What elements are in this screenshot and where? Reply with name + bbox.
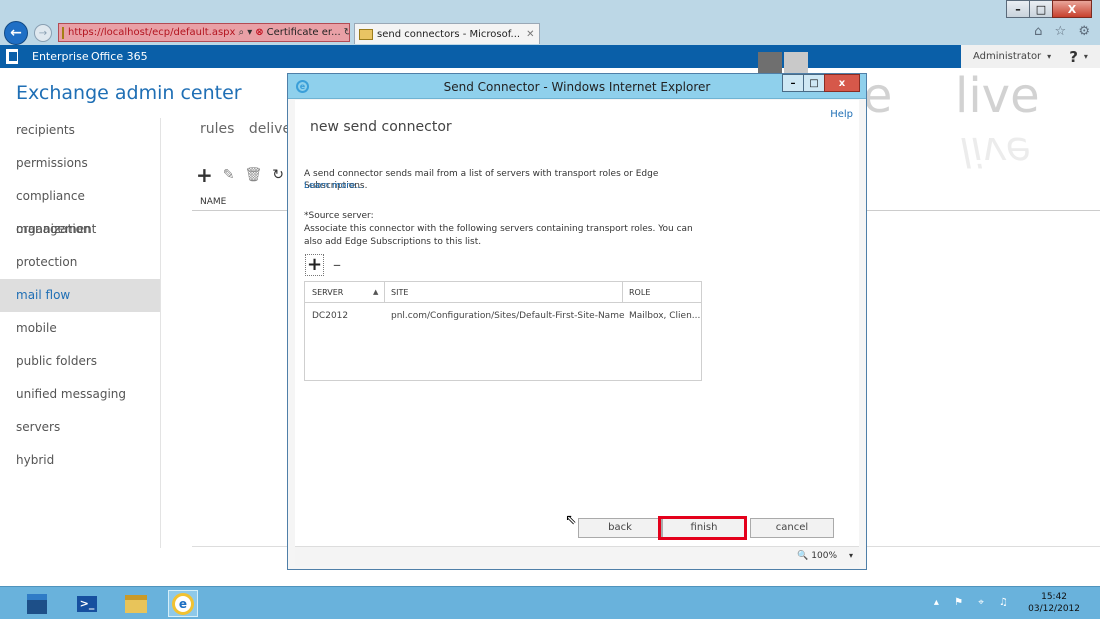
- nav-item-public-folders[interactable]: public folders: [0, 345, 160, 378]
- table-row[interactable]: DC2012 pnl.com/Configuration/Sites/Defau…: [305, 311, 701, 327]
- user-menu[interactable]: Administrator ▾ ? ▾: [961, 45, 1100, 68]
- address-bar[interactable]: https://localhost/ecp/default.aspx ⌕ ▾ ⊗…: [58, 23, 350, 42]
- chevron-down-icon: ▾: [1047, 52, 1052, 61]
- office-logo-icon: [6, 49, 18, 64]
- forward-arrow-icon[interactable]: →: [34, 24, 52, 42]
- server-cell: DC2012: [312, 311, 349, 321]
- enterprise-link[interactable]: Enterprise: [32, 50, 89, 63]
- watermark-reflection-right: live: [960, 128, 1031, 174]
- internet-explorer-taskbar-icon[interactable]: e: [168, 590, 198, 617]
- browser-chrome: – □ X ← → https://localhost/ecp/default.…: [0, 0, 1100, 45]
- remove-server-button[interactable]: –: [333, 254, 341, 276]
- dialog-content: new send connector Help A send connector…: [295, 100, 859, 546]
- nav-item-mail-flow[interactable]: mail flow: [0, 279, 160, 312]
- dialog-titlebar[interactable]: e Send Connector - Windows Internet Expl…: [288, 74, 866, 99]
- dialog-title: Send Connector - Windows Internet Explor…: [443, 80, 711, 94]
- nav-item-servers[interactable]: servers: [0, 411, 160, 444]
- column-header-name[interactable]: NAME: [200, 197, 226, 207]
- column-divider-right: [867, 210, 1100, 211]
- tab-close-icon[interactable]: ✕: [526, 29, 534, 40]
- watermark-text-right: live: [955, 68, 1040, 124]
- learn-more-link[interactable]: Learn more...: [304, 181, 364, 191]
- browser-tab[interactable]: send connectors - Microsof... ✕: [354, 23, 540, 44]
- file-explorer-icon[interactable]: [121, 590, 151, 617]
- zoom-chevron-down-icon[interactable]: ▾: [849, 551, 853, 560]
- source-server-description: Associate this connector with the follow…: [304, 224, 693, 247]
- role-cell: Mailbox, Clien...: [629, 311, 701, 321]
- dialog-status-bar: 🔍 100% ▾: [295, 546, 859, 566]
- back-button[interactable]: back: [578, 518, 662, 538]
- dialog-heading: new send connector: [310, 119, 452, 135]
- dialog-close-button[interactable]: x: [824, 74, 860, 92]
- system-tray-icons[interactable]: ▴ ⚑ ⌖ ♫: [934, 597, 1014, 608]
- tab-rules[interactable]: rules: [200, 121, 234, 137]
- edit-icon[interactable]: ✎: [223, 167, 235, 183]
- office365-link[interactable]: Office 365: [91, 50, 148, 63]
- zoom-level[interactable]: 🔍 100%: [797, 551, 837, 561]
- column-separator: [384, 282, 385, 303]
- column-header-role[interactable]: ROLE: [629, 288, 650, 297]
- user-name: Administrator: [973, 51, 1042, 62]
- tab-title: send connectors - Microsof...: [377, 28, 521, 40]
- window-controls: – □ X: [1006, 0, 1092, 18]
- dialog-window-controls: – □ x: [782, 74, 860, 92]
- column-separator: [622, 282, 623, 303]
- column-divider: [192, 210, 288, 211]
- cancel-button[interactable]: cancel: [750, 518, 834, 538]
- delete-icon[interactable]: 🗑: [245, 167, 263, 183]
- home-favorites-tools-icon[interactable]: ⌂ ☆ ⚙: [1034, 24, 1094, 39]
- site-cell: pnl.com/Configuration/Sites/Default-Firs…: [391, 311, 625, 321]
- certificate-error-icon: ⊗: [255, 27, 264, 38]
- clock-time: 15:42: [1041, 592, 1068, 602]
- connector-description: A send connector sends mail from a list …: [304, 169, 659, 191]
- source-server-table: SERVER ▲ SITE ROLE DC2012 pnl.com/Config…: [304, 281, 702, 381]
- nav-divider: [160, 118, 161, 548]
- address-url: https://localhost/ecp/default.aspx: [68, 27, 236, 38]
- dialog-restore-button[interactable]: □: [803, 74, 825, 92]
- sort-ascending-icon[interactable]: ▲: [373, 288, 378, 296]
- nav-item-compliance-management[interactable]: compliance management: [0, 180, 160, 236]
- mouse-cursor-icon: ⇖: [565, 512, 577, 528]
- source-server-label: *Source server:: [304, 211, 374, 221]
- taskbar-clock[interactable]: 15:42 03/12/2012: [1028, 591, 1080, 615]
- taskbar: >_ e ▴ ⚑ ⌖ ♫ 15:42 03/12/2012: [0, 586, 1100, 619]
- nav-item-hybrid[interactable]: hybrid: [0, 444, 160, 477]
- nav-item-unified-messaging[interactable]: unified messaging: [0, 378, 160, 411]
- add-server-button[interactable]: +: [305, 254, 324, 276]
- dialog-minimize-button[interactable]: –: [782, 74, 804, 92]
- send-connector-dialog: e Send Connector - Windows Internet Expl…: [287, 73, 867, 570]
- add-icon[interactable]: +: [196, 163, 213, 187]
- help-chevron-down-icon[interactable]: ▾: [1084, 52, 1088, 61]
- page-icon: [62, 26, 64, 39]
- certificate-error-label[interactable]: Certificate er...: [267, 27, 341, 38]
- column-header-site[interactable]: SITE: [391, 288, 408, 297]
- minimize-button[interactable]: –: [1006, 0, 1030, 18]
- back-arrow-icon[interactable]: ←: [4, 21, 28, 45]
- finish-highlight-box: [658, 516, 747, 540]
- column-header-server[interactable]: SERVER: [312, 288, 343, 297]
- refresh-icon[interactable]: ↻: [344, 27, 349, 38]
- suite-bar: Enterprise Office 365 Administrator ▾ ? …: [0, 45, 1100, 68]
- tab-favicon-icon: [359, 28, 373, 40]
- server-manager-icon[interactable]: [22, 590, 52, 617]
- list-bottom-divider-right: [867, 546, 1100, 547]
- list-bottom-divider: [192, 546, 288, 547]
- clock-date: 03/12/2012: [1028, 604, 1080, 614]
- left-navigation: recipients permissions compliance manage…: [0, 114, 160, 477]
- nav-item-protection[interactable]: protection: [0, 246, 160, 279]
- nav-item-mobile[interactable]: mobile: [0, 312, 160, 345]
- search-dropdown-icon[interactable]: ⌕ ▾: [238, 27, 252, 38]
- help-link[interactable]: Help: [830, 109, 853, 120]
- help-icon[interactable]: ?: [1069, 48, 1078, 66]
- nav-item-recipients[interactable]: recipients: [0, 114, 160, 147]
- nav-item-permissions[interactable]: permissions: [0, 147, 160, 180]
- list-toolbar: + ✎ 🗑 ↻: [196, 163, 284, 187]
- close-button[interactable]: X: [1052, 0, 1092, 18]
- table-header: SERVER ▲ SITE ROLE: [305, 282, 701, 303]
- powershell-icon[interactable]: >_: [72, 590, 102, 617]
- refresh-icon[interactable]: ↻: [272, 167, 284, 183]
- page-title: Exchange admin center: [16, 82, 242, 104]
- restore-button[interactable]: □: [1029, 0, 1053, 18]
- nav-item-organization[interactable]: organization: [0, 213, 160, 246]
